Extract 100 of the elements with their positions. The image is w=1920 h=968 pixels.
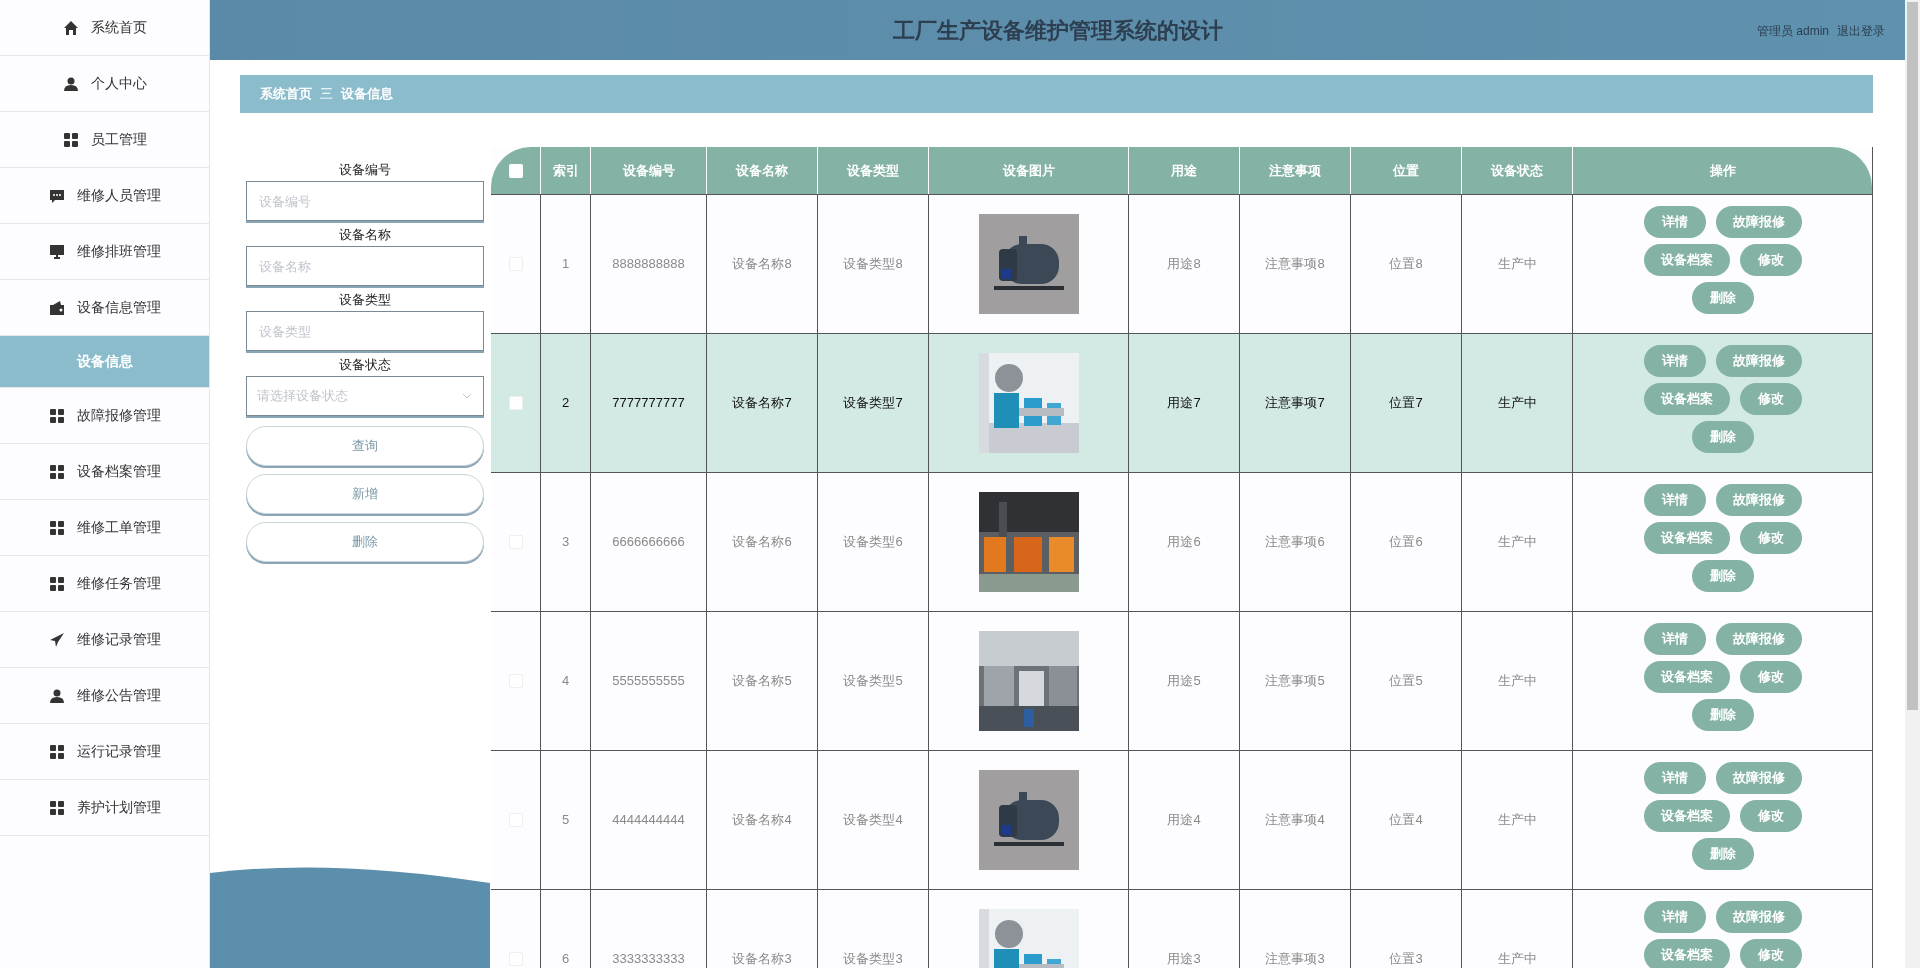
row-action-button[interactable]: 修改: [1739, 661, 1802, 693]
table-row[interactable]: 3 6666666666 设备名称6 设备类型6 用途6 注意事项6 位置6 生产中 详情 故障报修 设备档案 修改 删除: [491, 472, 1872, 611]
breadcrumb-link[interactable]: 系统首页: [260, 84, 312, 104]
row-action-button[interactable]: 故障报修: [1715, 901, 1802, 933]
sidebar-item[interactable]: 养护计划管理: [0, 780, 209, 836]
user-label: 管理员 admin: [1756, 23, 1829, 40]
row-action-button[interactable]: 设备档案: [1643, 244, 1730, 276]
table-cell-text: 位置7: [1389, 394, 1423, 413]
user-icon: [62, 75, 79, 92]
status-select[interactable]: 请选择设备状态: [246, 376, 484, 416]
table-cell-text: 用途3: [1167, 950, 1201, 968]
action-button[interactable]: 查询: [246, 426, 484, 466]
input-field[interactable]: 设备编号: [246, 181, 484, 221]
action-button[interactable]: 新增: [246, 474, 484, 514]
sidebar-item[interactable]: 系统首页: [0, 0, 209, 56]
row-action-button[interactable]: 故障报修: [1715, 206, 1802, 238]
sidebar-item[interactable]: 员工管理: [0, 112, 209, 168]
paper-plane-icon: [48, 631, 65, 648]
sidebar-item[interactable]: 维修记录管理: [0, 612, 209, 668]
sidebar-item[interactable]: 维修工单管理: [0, 500, 209, 556]
grid-icon: [48, 463, 65, 480]
row-action-button[interactable]: 删除: [1691, 699, 1754, 731]
row-action-button[interactable]: 详情: [1643, 901, 1706, 933]
table-cell-text: 7777777777: [612, 394, 685, 413]
table-cell-text: 8888888888: [612, 255, 685, 274]
row-action-button[interactable]: 设备档案: [1643, 939, 1730, 968]
row-action-button[interactable]: 详情: [1643, 345, 1706, 377]
grid-icon: [48, 407, 65, 424]
row-action-button[interactable]: 故障报修: [1715, 623, 1802, 655]
table-cell-text: 设备名称4: [732, 811, 792, 830]
table-cell-text: 位置8: [1389, 255, 1423, 274]
table-row[interactable]: 4 5555555555 设备名称5 设备类型5 用途5 注意事项5 位置5 生产中 详情 故障报修 设备档案 修改 删除: [491, 611, 1872, 750]
sidebar-item[interactable]: 设备信息: [0, 336, 209, 388]
grid-icon: [48, 743, 65, 760]
filter-label: 设备名称: [339, 226, 391, 244]
table-cell-text: 4: [561, 672, 570, 691]
row-action-button[interactable]: 删除: [1691, 838, 1754, 870]
sidebar-item[interactable]: 运行记录管理: [0, 724, 209, 780]
row-action-button[interactable]: 修改: [1739, 244, 1802, 276]
table-cell-text: 注意事项7: [1265, 394, 1325, 413]
action-button[interactable]: 删除: [246, 522, 484, 562]
table-cell-text: 5: [561, 811, 570, 830]
row-action-button[interactable]: 详情: [1643, 484, 1706, 516]
table-cell-text: 1: [561, 255, 570, 274]
row-action-button[interactable]: 故障报修: [1715, 484, 1802, 516]
home-icon: [62, 19, 79, 36]
row-action-button[interactable]: 设备档案: [1643, 661, 1730, 693]
row-action-button[interactable]: 设备档案: [1643, 522, 1730, 554]
table-cell-text: 生产中: [1497, 672, 1537, 691]
table-cell-text: 位置4: [1389, 811, 1423, 830]
filter-label: 设备类型: [339, 291, 391, 309]
sidebar-item[interactable]: 故障报修管理: [0, 388, 209, 444]
table-row[interactable]: 1 8888888888 设备名称8 设备类型8 用途8 注意事项8 位置8 生产中 详情 故障报修 设备档案 修改 删除: [491, 194, 1872, 333]
row-action-button[interactable]: 删除: [1691, 282, 1754, 314]
table-cell-text: 生产中: [1497, 950, 1537, 968]
sidebar-item[interactable]: 维修公告管理: [0, 668, 209, 724]
sidebar-item[interactable]: 个人中心: [0, 56, 209, 112]
row-checkbox[interactable]: [508, 396, 523, 410]
table-cell-text: 位置5: [1389, 672, 1423, 691]
table-cell-text: 生产中: [1497, 394, 1537, 413]
filter-label: 设备编号: [339, 161, 391, 179]
row-action-button[interactable]: 修改: [1739, 522, 1802, 554]
table-cell-text: 设备名称5: [732, 672, 792, 691]
table-cell-text: 用途8: [1167, 255, 1201, 274]
table-cell-text: 注意事项6: [1265, 533, 1325, 552]
row-action-button[interactable]: 详情: [1643, 206, 1706, 238]
input-field[interactable]: 设备类型: [246, 311, 484, 351]
row-action-button[interactable]: 修改: [1739, 800, 1802, 832]
row-action-button[interactable]: 详情: [1643, 623, 1706, 655]
row-action-button[interactable]: 故障报修: [1715, 762, 1802, 794]
table-cell-text: 注意事项5: [1265, 672, 1325, 691]
logout-link[interactable]: 退出登录: [1837, 22, 1885, 40]
sidebar-item[interactable]: 维修排班管理: [0, 224, 209, 280]
row-action-button[interactable]: 故障报修: [1715, 345, 1802, 377]
row-action-button[interactable]: 修改: [1739, 939, 1802, 968]
table-row[interactable]: 2 7777777777 设备名称7 设备类型7 用途7 注意事项7 位置7 生产中 详情 故障报修 设备档案 修改 删除: [491, 333, 1872, 472]
table-cell-text: 设备类型4: [843, 811, 903, 830]
row-action-button[interactable]: 修改: [1739, 383, 1802, 415]
scrollbar-thumb[interactable]: [1907, 2, 1918, 710]
grid-icon: [48, 799, 65, 816]
sidebar-item[interactable]: 维修人员管理: [0, 168, 209, 224]
sidebar-item[interactable]: 维修任务管理: [0, 556, 209, 612]
table-cell-text: 设备类型6: [843, 533, 903, 552]
row-action-button[interactable]: 详情: [1643, 762, 1706, 794]
grid-icon: [48, 519, 65, 536]
table-cell-text: 6666666666: [612, 533, 685, 552]
table-row[interactable]: 5 4444444444 设备名称4 设备类型4 用途4 注意事项4 位置4 生产中 详情 故障报修 设备档案 修改 删除: [491, 750, 1872, 889]
table-cell-text: 设备类型8: [843, 255, 903, 274]
row-action-button[interactable]: 设备档案: [1643, 800, 1730, 832]
row-action-button[interactable]: 设备档案: [1643, 383, 1730, 415]
table-cell-text: 生产中: [1497, 811, 1537, 830]
header-checkbox[interactable]: [508, 163, 523, 178]
table-row[interactable]: 6 3333333333 设备名称3 设备类型3 用途3 注意事项3 位置3 生产中 详情 故障报修 设备档案 修改: [491, 889, 1872, 968]
table-cell-text: 2: [561, 394, 570, 413]
table-cell-text: 用途7: [1167, 394, 1201, 413]
sidebar-item[interactable]: 设备档案管理: [0, 444, 209, 500]
input-field[interactable]: 设备名称: [246, 246, 484, 286]
breadcrumb-separator: 三: [320, 85, 333, 104]
row-action-button[interactable]: 删除: [1691, 421, 1754, 453]
row-action-button[interactable]: 删除: [1691, 560, 1754, 592]
